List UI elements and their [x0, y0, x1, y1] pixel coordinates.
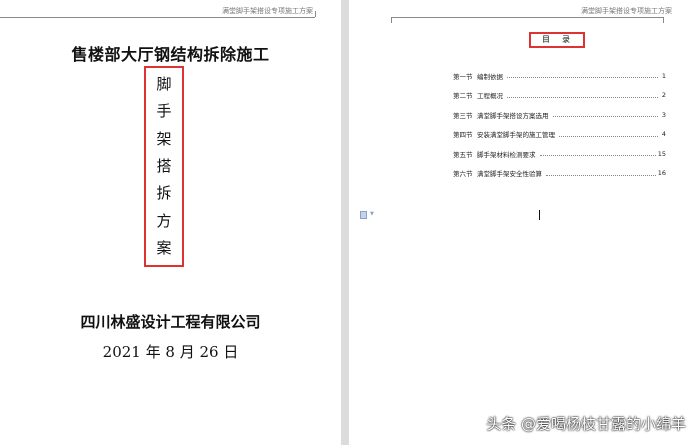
toc-leader-dots	[559, 135, 658, 137]
toc-section-title: 满堂脚手架安全性验算	[477, 170, 542, 179]
toc-section-number: 第四节	[453, 131, 473, 140]
toc-leader-dots	[539, 155, 656, 157]
toc-entry[interactable]: 第三节 满堂脚手架搭设方案选用 3	[453, 105, 666, 125]
page-header-text: 满堂脚手架搭设专项施工方案	[222, 7, 313, 15]
toc-entry[interactable]: 第四节 安装满堂脚手架的施工管理 4	[453, 125, 666, 145]
paste-options-icon[interactable]	[360, 211, 367, 219]
vertical-title-char: 搭	[156, 156, 172, 175]
toc-entry[interactable]: 第六节 满堂脚手架安全性验算 16	[453, 164, 666, 184]
toc-section-title: 安装满堂脚手架的施工管理	[477, 131, 555, 140]
table-of-contents: 第一节 编制依据 1 第二节 工程概况 2 第三节 满堂脚手架搭设方案选用 3 …	[453, 66, 666, 183]
toc-leader-dots	[507, 77, 658, 79]
page-gutter	[341, 0, 349, 445]
page-header-text: 满堂脚手架搭设专项施工方案	[581, 7, 672, 15]
toc-section-number: 第二节	[453, 92, 473, 101]
toc-section-title: 编制依据	[477, 72, 503, 81]
toc-section-title: 满堂脚手架搭设方案选用	[477, 111, 549, 120]
toc-leader-dots	[552, 116, 658, 118]
toc-section-title: 脚手架材料检测要求	[477, 150, 536, 159]
vertical-title-char: 方	[156, 211, 172, 230]
toc-section-number: 第三节	[453, 111, 473, 120]
header-corner-mark	[315, 11, 316, 17]
toc-leader-dots	[507, 96, 658, 98]
header-rule	[391, 17, 663, 18]
header-corner-mark	[663, 17, 664, 23]
toc-leader-dots	[546, 174, 656, 176]
vertical-title-char: 案	[156, 238, 172, 257]
toc-entry[interactable]: 第二节 工程概况 2	[453, 86, 666, 106]
toc-entry[interactable]: 第五节 脚手架材料检测要求 15	[453, 144, 666, 164]
toc-page-number: 16	[657, 169, 666, 178]
document-date: 2021 年 8 月 26 日	[102, 343, 239, 361]
company-name: 四川林盛设计工程有限公司	[80, 313, 261, 331]
toc-section-number: 第五节	[453, 150, 473, 159]
document-title: 售楼部大厅钢结构拆除施工	[71, 45, 270, 64]
document-page-left: 满堂脚手架搭设专项施工方案 售楼部大厅钢结构拆除施工 脚 手 架 搭 拆 方 案…	[0, 0, 341, 445]
header-corner-mark	[391, 17, 392, 23]
header-rule	[0, 17, 315, 18]
vertical-title-char: 手	[156, 102, 172, 121]
vertical-title-char: 拆	[156, 184, 172, 203]
toc-section-number: 第六节	[453, 170, 473, 179]
vertical-title-char: 脚	[156, 75, 172, 94]
vertical-title-box: 脚 手 架 搭 拆 方 案	[144, 66, 184, 267]
document-page-right[interactable]: 满堂脚手架搭设专项施工方案 目 录 第一节 编制依据 1 第二节 工程概况 2 …	[349, 0, 700, 445]
watermark: 头条 @爱喝杨枝甘露的小绵羊	[486, 415, 686, 433]
toc-page-number: 4	[661, 130, 666, 139]
vertical-title-char: 架	[156, 129, 172, 148]
toc-entry[interactable]: 第一节 编制依据 1	[453, 66, 666, 86]
toc-section-title: 工程概况	[477, 92, 503, 101]
text-cursor	[539, 210, 540, 220]
toc-page-number: 2	[661, 91, 666, 100]
toc-page-number: 15	[657, 149, 666, 158]
toc-page-number: 3	[661, 110, 666, 119]
chevron-down-icon[interactable]: ▼	[370, 211, 374, 217]
toc-page-number: 1	[661, 71, 666, 80]
toc-title: 目 录	[529, 32, 585, 48]
toc-section-number: 第一节	[453, 72, 473, 81]
